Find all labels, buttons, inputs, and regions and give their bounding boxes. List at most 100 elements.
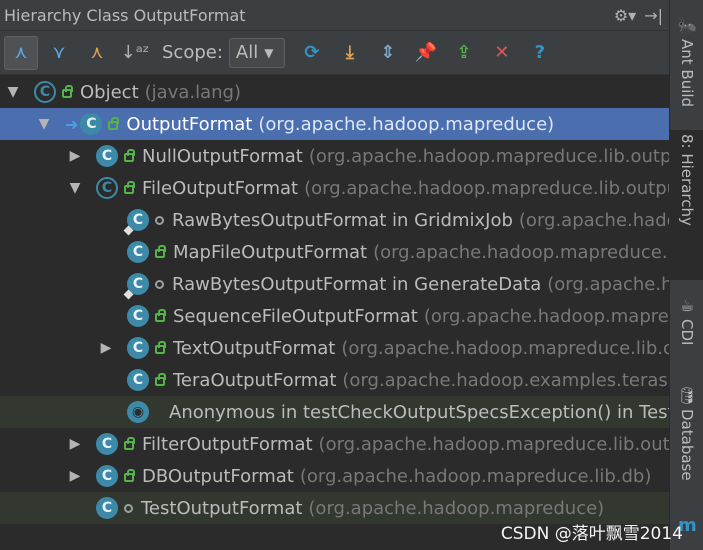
abstract-class-icon: C (34, 81, 56, 103)
supertypes-hierarchy-button[interactable]: ⋎ (42, 36, 76, 70)
supertypes-hierarchy-icon: ⋎ (52, 42, 66, 63)
tree-row[interactable]: ▶ C NullOutputFormat (org.apache.hadoop.map… (0, 140, 669, 172)
tool-tab-8-hierarchy[interactable]: 8: Hierarchy (670, 130, 703, 280)
public-visibility-icon (124, 181, 135, 194)
watermark: CSDN @落叶飘雪2014 (500, 524, 683, 544)
public-visibility-icon (155, 245, 166, 258)
help-icon: ? (534, 42, 546, 63)
tree-row[interactable]: ◉ Anonymous in testCheckOutputSpecsExcept… (0, 396, 669, 428)
static-marker-icon (123, 289, 134, 300)
class-name: FileOutputFormat (142, 177, 299, 199)
package-name: (org.apache.hadoop.mapreduce) (308, 497, 605, 519)
tree-row[interactable]: C MapFileOutputFormat (org.apache.hadoop.m… (0, 236, 669, 268)
scope-label: Scope: (162, 42, 223, 63)
export-icon: ⤓ (345, 42, 354, 63)
package-visibility-icon (155, 215, 164, 225)
collapse-right-icon[interactable]: ▶ (64, 468, 86, 484)
package-visibility-icon (124, 503, 133, 513)
collapse-right-icon[interactable]: ▶ (64, 436, 86, 452)
collapse-right-icon[interactable]: ▶ (64, 148, 86, 164)
tool-tab-cdi[interactable]: ☕ CDI (670, 290, 703, 370)
class-name: OutputFormat (126, 113, 253, 135)
ant-icon: 🐜 (677, 16, 697, 35)
close-icon: ✕ (494, 42, 510, 63)
package-name: (org.apache.hadoop.examples.terasort) (342, 369, 669, 391)
collapse-right-icon[interactable]: ▶ (95, 340, 117, 356)
tree-row[interactable]: ▼ C Object (java.lang) (0, 76, 669, 108)
tool-tab-ant-build[interactable]: 🐜 Ant Build (670, 10, 703, 120)
package-name: (org.apache.hadoop.mapreduce.lib.output) (308, 145, 669, 167)
hierarchy-toolbar: ⋏ ⋎ ⋏ ↓ᵃᶻ Scope: All ▼ ⟳ ⤓ ⇕ 📌 ⇪ ✕? (0, 31, 669, 75)
abstract-class-icon: C (96, 177, 118, 199)
class-icon: C (127, 337, 149, 359)
public-visibility-icon (155, 341, 166, 354)
package-name: (org.apache.hadoop.mapreduce.lib.output) (341, 337, 669, 359)
class-icon: C (127, 305, 149, 327)
cdi-icon: ☕ (679, 296, 695, 315)
class-name: TestOutputFormat (141, 497, 303, 519)
package-name: (java.lang) (144, 81, 241, 103)
class-icon: C (80, 113, 103, 135)
tree-row[interactable]: ▶ C FilterOutputFormat (org.apache.hadoop.m… (0, 428, 669, 460)
class-name: RawBytesOutputFormat in GridmixJob (172, 209, 513, 231)
scope-value: All (235, 42, 259, 63)
hierarchy-tree[interactable]: ▼ C Object (java.lang) ▼ ➜ C OutputFormat (org.a… (0, 76, 669, 550)
class-icon: C (127, 241, 149, 263)
class-icon: C (127, 369, 149, 391)
chevron-down-icon: ▼ (264, 45, 274, 60)
tool-tab-database[interactable]: 🛢 Database (670, 380, 703, 490)
sort-alphabetically-button[interactable]: ↓ᵃᶻ (118, 36, 152, 70)
package-name: (org.apache.hadoop.mapred.gridmix) (518, 209, 669, 231)
tree-row[interactable]: C SequenceFileOutputFormat (org.apache.had… (0, 300, 669, 332)
open-in-editor-button[interactable]: ⇪ (447, 36, 481, 70)
public-visibility-icon (155, 309, 166, 322)
public-visibility-icon (108, 117, 120, 130)
help-button[interactable]: ? (523, 36, 557, 70)
tool-tab-label: CDI (678, 319, 696, 346)
expand-all-button[interactable]: ⇕ (371, 36, 405, 70)
class-icon: C (96, 433, 118, 455)
open-in-editor-icon: ⇪ (456, 42, 472, 63)
anonymous-class-icon: ◉ (127, 401, 149, 423)
class-icon: C (123, 273, 149, 300)
class-name: Anonymous in testCheckOutputSpecsExcepti… (169, 401, 669, 423)
tree-row[interactable]: ▶ C TextOutputFormat (org.apache.hadoop.map… (0, 332, 669, 364)
tree-row[interactable]: C RawBytesOutputFormat in GenerateData (or… (0, 268, 669, 300)
package-name: (org.apache.hadoop.mapreduce.lib.output) (423, 305, 669, 327)
subtypes-hierarchy-button[interactable]: ⋏ (80, 36, 114, 70)
class-name: TeraOutputFormat (173, 369, 337, 391)
focus-arrow-icon: ➜ (65, 114, 79, 134)
tree-row[interactable]: ▶ C DBOutputFormat (org.apache.hadoop.mapre… (0, 460, 669, 492)
tool-tab-label: 8: Hierarchy (678, 134, 696, 226)
close-button[interactable]: ✕ (485, 36, 519, 70)
class-hierarchy-button[interactable]: ⋏ (4, 35, 38, 70)
public-visibility-icon (124, 437, 135, 450)
refresh-button[interactable]: ⟳ (295, 36, 329, 70)
class-icon: C (96, 497, 118, 519)
public-visibility-icon (62, 85, 73, 98)
tree-row[interactable]: C TeraOutputFormat (org.apache.hadoop.exam… (0, 364, 669, 396)
package-name: (org.apache.hadoop.mapreduce) (258, 113, 555, 135)
scope-select[interactable]: All ▼ (228, 37, 285, 68)
pin-icon: 📌 (414, 42, 438, 63)
class-name: NullOutputFormat (142, 145, 303, 167)
tree-row[interactable]: ▼ C FileOutputFormat (org.apache.hadoop.map… (0, 172, 669, 204)
panel-title: Hierarchy Class OutputFormat (4, 5, 246, 25)
tree-row[interactable]: C RawBytesOutputFormat in GridmixJob (org.… (0, 204, 669, 236)
class-name: DBOutputFormat (142, 465, 294, 487)
expand-down-icon[interactable]: ▼ (33, 116, 55, 132)
expand-down-icon[interactable]: ▼ (2, 84, 24, 100)
class-name: MapFileOutputFormat (173, 241, 368, 263)
hierarchy-panel: Hierarchy Class OutputFormat ⚙▾ →| ⋏ ⋎ ⋏ ↓ᵃ… (0, 0, 669, 550)
export-button[interactable]: ⤓ (333, 36, 367, 70)
tree-row[interactable]: ▼ ➜ C OutputFormat (org.apache.hadoop.mapred… (0, 108, 669, 140)
package-name: (org.apache.hadoop.mapreduce.lib.output) (304, 177, 669, 199)
hide-panel-icon[interactable]: →| (644, 6, 663, 25)
class-icon: C (96, 465, 118, 487)
class-name: SequenceFileOutputFormat (173, 305, 418, 327)
gear-icon[interactable]: ⚙▾ (614, 6, 636, 25)
pin-button[interactable]: 📌 (409, 36, 443, 70)
title-bar-actions: ⚙▾ →| (614, 6, 669, 25)
expand-down-icon[interactable]: ▼ (64, 180, 86, 196)
class-name: Object (80, 81, 139, 103)
